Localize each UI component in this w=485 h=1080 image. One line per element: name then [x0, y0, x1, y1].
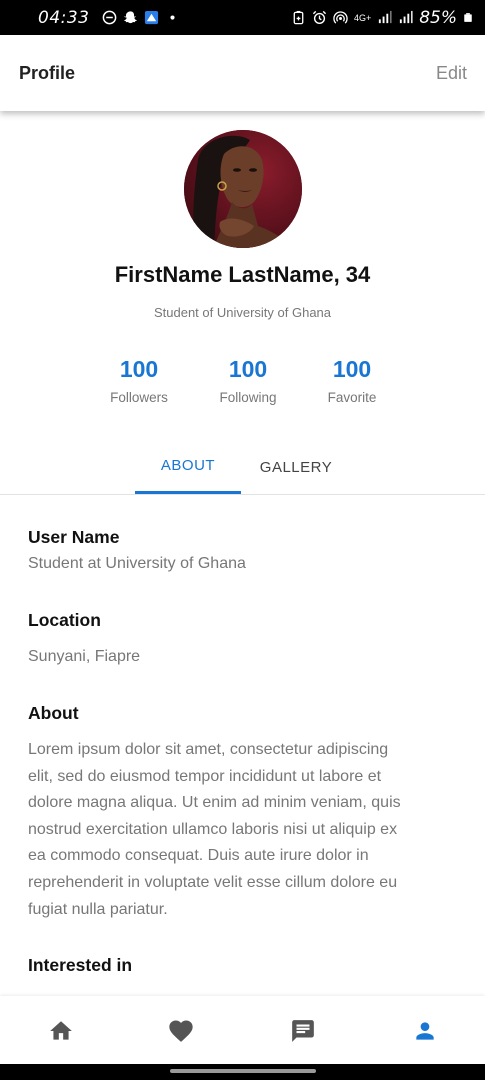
about-line: reprehenderit in voluptate velit esse ci… — [28, 873, 398, 891]
network-type: 4G+ — [353, 12, 372, 23]
username-value: Student at University of Ghana — [28, 555, 246, 572]
bottom-nav — [0, 996, 485, 1064]
alarm-icon — [312, 10, 327, 25]
about-line: dolore magna aliqua. Ut enim ad minim ve… — [28, 794, 401, 812]
status-left: 04:33 — [38, 8, 180, 28]
location-value: Sunyani, Fiapre — [28, 648, 141, 665]
stat-label: Favorite — [327, 390, 377, 405]
user-name: FirstName LastName, 34 — [114, 262, 371, 287]
nav-home[interactable] — [46, 1016, 76, 1046]
about-line: ea commodo consequat. Duis aute irure do… — [28, 847, 369, 865]
location-title: Location — [28, 610, 101, 630]
stat-value: 100 — [119, 356, 159, 382]
nav-profile[interactable] — [410, 1016, 440, 1046]
stat-following[interactable]: 100 Following — [193, 356, 303, 405]
snapchat-icon — [123, 11, 137, 24]
status-bar: 04:33 4G+ 85% — [0, 0, 485, 35]
avatar-photo — [184, 130, 302, 248]
user-subtitle: Student of University of Ghana — [153, 305, 332, 320]
edit-button[interactable]: Edit — [436, 63, 467, 84]
stat-value: 100 — [228, 356, 268, 382]
nav-messages[interactable] — [288, 1016, 318, 1046]
stat-favorite[interactable]: 100 Favorite — [297, 356, 407, 405]
about-line: elit, sed do eiusmod tempor incididunt u… — [28, 767, 382, 785]
dot-icon — [169, 15, 175, 20]
tab-gallery[interactable]: GALLERY — [243, 440, 349, 494]
hotspot-icon — [333, 11, 348, 24]
about-title: About — [28, 703, 79, 723]
tab-about[interactable]: ABOUT — [135, 440, 241, 494]
about-text: Lorem ipsum dolor sit amet, consectetur … — [28, 737, 456, 923]
home-icon — [50, 1021, 72, 1040]
app-notification-icon — [144, 10, 158, 25]
do-not-disturb-icon — [102, 10, 116, 25]
person-icon — [416, 1022, 434, 1040]
chat-icon — [292, 1020, 314, 1042]
stat-label: Following — [219, 390, 277, 405]
profile-tabs: ABOUT GALLERY — [0, 440, 485, 495]
signal-icon — [400, 10, 413, 24]
gesture-bar — [0, 1064, 485, 1080]
about-line: Lorem ipsum dolor sit amet, consectetur … — [28, 741, 389, 758]
stat-followers[interactable]: 100 Followers — [84, 356, 194, 405]
home-gesture-handle[interactable] — [170, 1069, 316, 1073]
stat-label: Followers — [110, 390, 168, 405]
interested-title: Interested in — [28, 955, 133, 975]
status-time: 04:33 — [38, 7, 90, 28]
avatar[interactable] — [184, 130, 302, 248]
battery-icon — [464, 13, 472, 22]
nav-favorites[interactable] — [166, 1016, 196, 1046]
battery-saver-icon — [293, 10, 304, 25]
signal-icon — [379, 10, 392, 24]
page-title: Profile — [19, 62, 76, 83]
about-line: nostrud exercitation ullamco laboris nis… — [28, 820, 398, 838]
stats-row: 100 Followers 100 Following 100 Favorite — [0, 356, 485, 416]
heart-icon — [169, 1020, 193, 1042]
about-line: fugiat nulla pariatur. — [28, 900, 168, 918]
battery-percent: 85% — [419, 7, 457, 28]
status-right: 4G+ 85% — [291, 8, 473, 28]
username-title: User Name — [28, 527, 120, 547]
app-bar: Profile Edit — [0, 35, 485, 111]
stat-value: 100 — [332, 356, 372, 382]
